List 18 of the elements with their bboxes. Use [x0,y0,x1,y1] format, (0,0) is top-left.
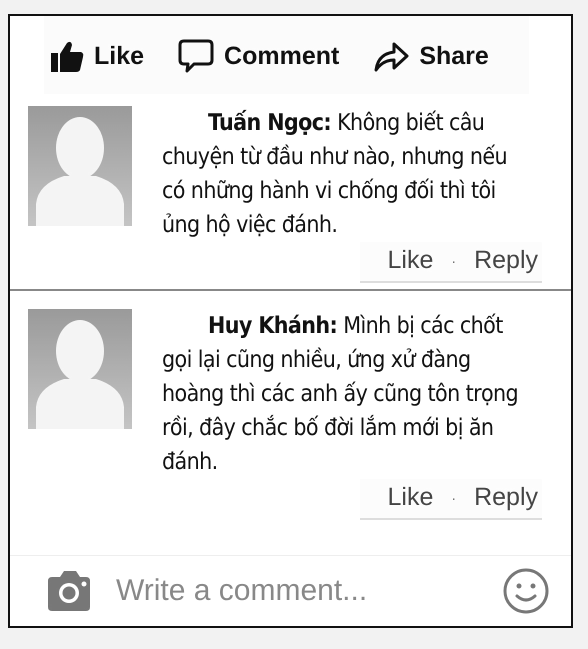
action-button[interactable]: Comment [172,34,346,78]
avatar-icon [28,106,132,226]
action-button[interactable]: Share [367,34,495,78]
reply-link[interactable]: Reply [474,246,538,275]
separator-dot: · [451,490,456,506]
comment-text: Tuấn Ngọc: Không biết câu chuyện từ đầu như nào, nhưng nếu có những hành vi chống đối thì tôi ủng hộ việc đánh. [162,108,508,240]
reply-link[interactable]: Reply [474,483,538,512]
smiley-icon[interactable] [503,568,549,614]
comment-text: Huy Khánh: Mình bị các chốt gọi lại cũng nhiều, ứng xử đàng hoàng thì các anh ấy cũng tôn trọng rồi, đây chắc bố đời lắm mới bị ăn đánh. [162,312,520,477]
like-link[interactable]: Like [388,483,434,512]
action-button[interactable]: Like [44,35,150,77]
thumbs-up-icon [50,39,84,73]
speech-bubble-icon [178,38,214,74]
avatar-icon [28,309,132,429]
comment-input-field[interactable]: Write a comment... [114,573,481,609]
separator-dot: · [451,252,456,268]
camera-icon[interactable] [46,571,92,611]
like-link[interactable]: Like [388,246,434,275]
